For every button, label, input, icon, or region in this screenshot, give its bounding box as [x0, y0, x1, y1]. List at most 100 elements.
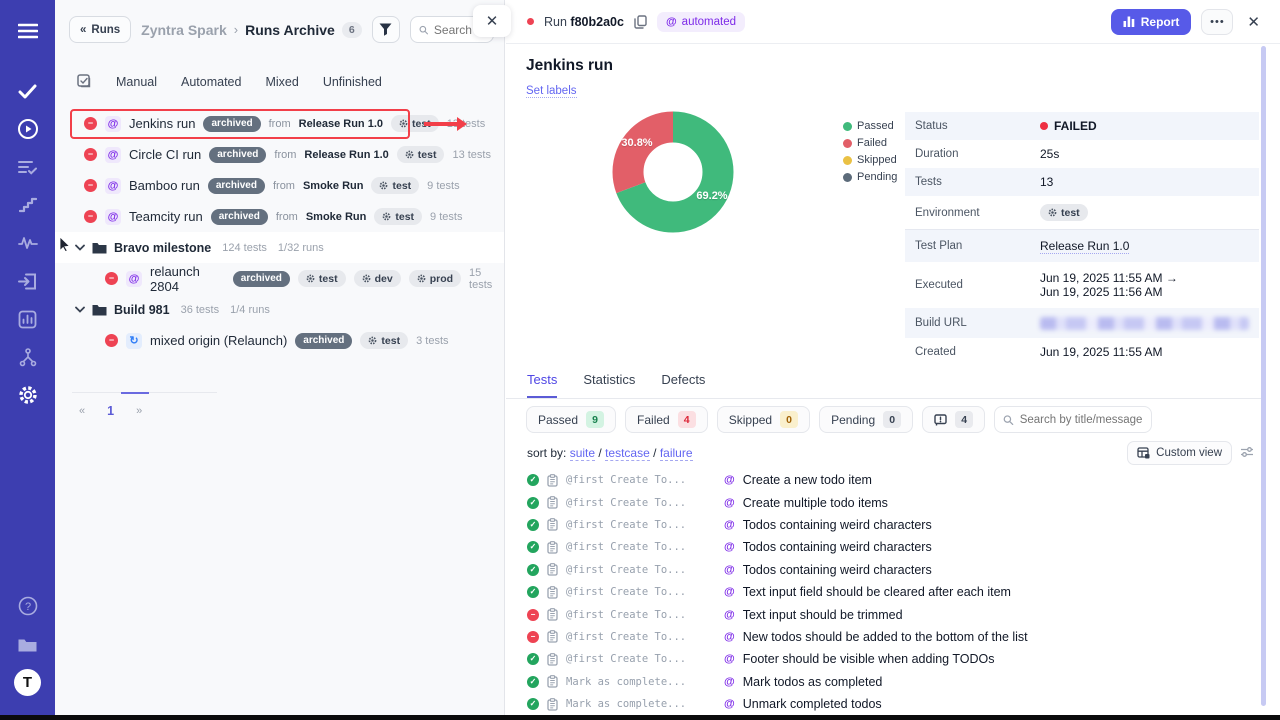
- select-all-icon[interactable]: [77, 74, 92, 89]
- analytics-icon[interactable]: [0, 300, 55, 338]
- bar-chart-icon: [1123, 16, 1135, 27]
- legend-item[interactable]: Failed: [843, 137, 897, 149]
- test-title[interactable]: Footer should be visible when adding TOD…: [743, 652, 995, 666]
- copy-icon[interactable]: [634, 15, 647, 29]
- build-url-redacted[interactable]: [1040, 317, 1249, 330]
- legend-item[interactable]: Passed: [843, 120, 897, 132]
- test-title[interactable]: Text input field should be cleared after…: [743, 585, 1011, 599]
- folder-row-bravo-milestone[interactable]: Bravo milestone 124 tests 1/32 runs: [55, 232, 504, 263]
- test-title[interactable]: Unmark completed todos: [743, 697, 882, 711]
- from-run-name[interactable]: Release Run 1.0: [304, 149, 388, 161]
- filter-comments-button[interactable]: 4: [922, 406, 985, 433]
- pagination-page-1[interactable]: 1: [107, 404, 114, 418]
- sort-by-testcase-link[interactable]: testcase: [605, 446, 650, 461]
- test-row[interactable]: @first Create To... @ New todos should b…: [527, 626, 1246, 648]
- test-title[interactable]: Create a new todo item: [743, 473, 872, 487]
- tab-unfinished[interactable]: Unfinished: [323, 75, 382, 89]
- test-row[interactable]: @first Create To... @ Create a new todo …: [527, 469, 1246, 491]
- test-title[interactable]: Create multiple todo items: [743, 496, 888, 510]
- tab-tests[interactable]: Tests: [527, 372, 557, 398]
- tab-mixed[interactable]: Mixed: [265, 75, 298, 89]
- from-run-name[interactable]: Release Run 1.0: [299, 118, 383, 130]
- legend-item[interactable]: Pending: [843, 171, 897, 183]
- steps-icon[interactable]: [0, 186, 55, 224]
- test-row[interactable]: Mark as complete... @ Mark todos as comp…: [527, 671, 1246, 693]
- tests-search[interactable]: [994, 406, 1152, 433]
- help-icon[interactable]: ?: [0, 587, 55, 625]
- suite-name[interactable]: @first Create To...: [566, 653, 716, 665]
- run-row-bamboo[interactable]: @ Bamboo run archived from Smoke Run tes…: [55, 170, 504, 201]
- settings-gear-icon[interactable]: [0, 376, 55, 414]
- activity-pulse-icon[interactable]: [0, 224, 55, 262]
- test-row[interactable]: @first Create To... @ Footer should be v…: [527, 648, 1246, 670]
- test-title[interactable]: Todos containing weird characters: [743, 540, 932, 554]
- run-row-relaunch-2804[interactable]: @ relaunch 2804 archived test dev prod 1…: [55, 263, 504, 294]
- account-logo[interactable]: T: [0, 663, 55, 701]
- suite-name[interactable]: Mark as complete...: [566, 698, 716, 710]
- menu-icon[interactable]: [0, 12, 55, 50]
- close-detail-button[interactable]: ✕: [1243, 13, 1264, 31]
- sort-by-suite-link[interactable]: suite: [570, 446, 595, 461]
- filter-passed-button[interactable]: Passed 9: [526, 406, 616, 433]
- legend-item[interactable]: Skipped: [843, 154, 897, 166]
- pagination-next[interactable]: »: [136, 405, 142, 417]
- report-button[interactable]: Report: [1111, 9, 1192, 35]
- run-row-teamcity[interactable]: @ Teamcity run archived from Smoke Run t…: [55, 201, 504, 232]
- test-title[interactable]: Mark todos as completed: [743, 675, 883, 689]
- pagination-prev[interactable]: «: [79, 405, 85, 417]
- test-row[interactable]: @first Create To... @ Todos containing w…: [527, 536, 1246, 558]
- tests-check-icon[interactable]: [0, 72, 55, 110]
- branch-icon[interactable]: [0, 338, 55, 376]
- tests-search-input[interactable]: [1020, 414, 1143, 426]
- set-labels-link[interactable]: Set labels: [526, 85, 577, 98]
- test-title[interactable]: Todos containing weird characters: [743, 563, 932, 577]
- suite-name[interactable]: @first Create To...: [566, 631, 716, 643]
- runs-play-icon[interactable]: [0, 110, 55, 148]
- automated-badge[interactable]: @ automated: [657, 12, 745, 32]
- test-row[interactable]: @first Create To... @ Text input should …: [527, 603, 1246, 625]
- filter-failed-button[interactable]: Failed 4: [625, 406, 708, 433]
- test-title[interactable]: New todos should be added to the bottom …: [743, 630, 1028, 644]
- test-row[interactable]: @first Create To... @ Text input field s…: [527, 581, 1246, 603]
- run-list-icon[interactable]: [0, 148, 55, 186]
- close-panel-button[interactable]: ✕: [473, 5, 511, 37]
- from-run-name[interactable]: Smoke Run: [306, 211, 367, 223]
- filter-button[interactable]: [372, 16, 400, 43]
- back-to-runs-button[interactable]: « Runs: [69, 16, 131, 43]
- view-settings-sliders-icon[interactable]: [1240, 445, 1254, 463]
- sort-by-failure-link[interactable]: failure: [660, 446, 693, 461]
- tab-defects[interactable]: Defects: [661, 372, 705, 398]
- test-row[interactable]: Mark as complete... @ Unmark completed t…: [527, 693, 1246, 715]
- filter-skipped-button[interactable]: Skipped 0: [717, 406, 810, 433]
- from-run-name[interactable]: Smoke Run: [303, 180, 364, 192]
- breadcrumb-project[interactable]: Zyntra Spark: [141, 22, 227, 38]
- tab-automated[interactable]: Automated: [181, 75, 241, 89]
- suite-name[interactable]: @first Create To...: [566, 586, 716, 598]
- test-plan-link[interactable]: Release Run 1.0: [1040, 239, 1129, 254]
- folders-icon[interactable]: [0, 625, 55, 663]
- suite-name[interactable]: @first Create To...: [566, 519, 716, 531]
- suite-name[interactable]: Mark as complete...: [566, 676, 716, 688]
- filter-pending-button[interactable]: Pending 0: [819, 406, 913, 433]
- suite-name[interactable]: @first Create To...: [566, 474, 716, 486]
- suite-name[interactable]: @first Create To...: [566, 541, 716, 553]
- test-row[interactable]: @first Create To... @ Create multiple to…: [527, 491, 1246, 513]
- test-row[interactable]: @first Create To... @ Todos containing w…: [527, 514, 1246, 536]
- tab-statistics[interactable]: Statistics: [583, 372, 635, 398]
- suite-name[interactable]: @first Create To...: [566, 609, 716, 621]
- suite-name[interactable]: @first Create To...: [566, 564, 716, 576]
- tab-manual[interactable]: Manual: [116, 75, 157, 89]
- more-actions-button[interactable]: •••: [1201, 9, 1233, 35]
- test-title[interactable]: Todos containing weird characters: [743, 518, 932, 532]
- panel-scrollbar[interactable]: [1261, 46, 1266, 706]
- run-row-circle-ci[interactable]: @ Circle CI run archived from Release Ru…: [55, 139, 504, 170]
- test-title[interactable]: Text input should be trimmed: [743, 608, 903, 622]
- run-row-jenkins[interactable]: @ Jenkins run archived from Release Run …: [55, 108, 504, 139]
- run-row-mixed-origin[interactable]: ↻ mixed origin (Relaunch) archived test …: [55, 325, 504, 356]
- run-id-label: Run f80b2a0c: [544, 15, 624, 29]
- custom-view-button[interactable]: Custom view: [1127, 441, 1232, 465]
- suite-name[interactable]: @first Create To...: [566, 497, 716, 509]
- import-icon[interactable]: [0, 262, 55, 300]
- test-row[interactable]: @first Create To... @ Todos containing w…: [527, 559, 1246, 581]
- folder-row-build-981[interactable]: Build 981 36 tests 1/4 runs: [55, 294, 504, 325]
